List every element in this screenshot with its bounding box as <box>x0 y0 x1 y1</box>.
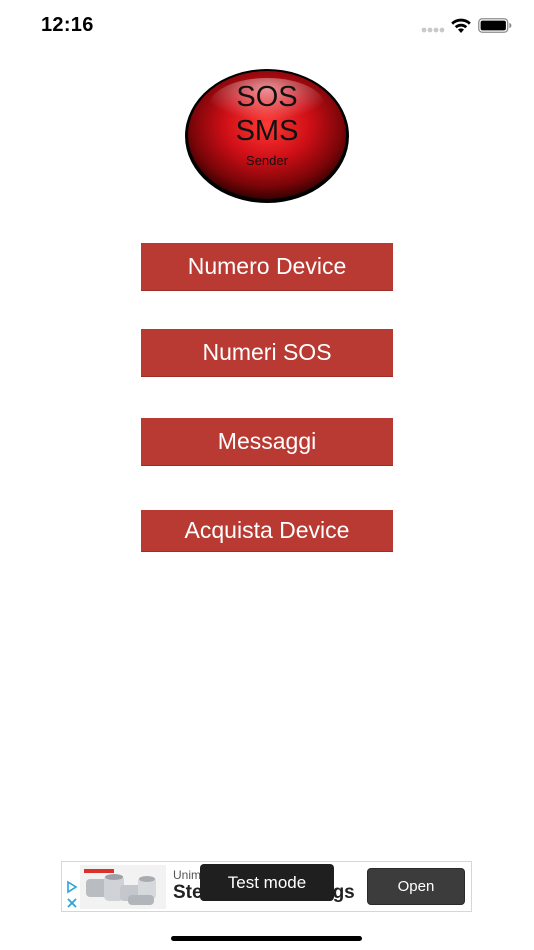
status-bar: 12:16 <box>0 0 534 54</box>
acquista-device-button[interactable]: Acquista Device <box>141 510 393 552</box>
ad-title-end: gs <box>332 882 355 903</box>
logo-text-sos: SOS <box>236 81 298 113</box>
ad-product-image[interactable] <box>80 865 166 909</box>
messaggi-button[interactable]: Messaggi <box>141 418 393 466</box>
home-indicator[interactable] <box>171 936 362 941</box>
logo-text-sms: SMS <box>235 115 299 147</box>
numero-device-label: Numero Device <box>187 253 347 279</box>
ad-brand: Unim <box>173 868 202 882</box>
messaggi-label: Messaggi <box>217 428 317 454</box>
numeri-sos-button[interactable]: Numeri SOS <box>141 329 393 377</box>
test-mode-label: Test mode <box>200 864 334 901</box>
wifi-icon <box>451 18 471 33</box>
status-time: 12:16 <box>41 14 94 36</box>
app-logo: SOS SMS Sender <box>184 68 350 204</box>
ad-choices-icon[interactable] <box>65 880 79 910</box>
battery-icon <box>478 18 512 33</box>
ad-title-start: Ste <box>173 882 203 903</box>
logo-text-sender: Sender <box>246 153 288 168</box>
numeri-sos-label: Numeri SOS <box>202 339 332 365</box>
ad-open-button[interactable]: Open <box>367 868 465 905</box>
signal-dots-icon <box>421 27 445 33</box>
acquista-device-label: Acquista Device <box>184 517 350 543</box>
numero-device-button[interactable]: Numero Device <box>141 243 393 291</box>
